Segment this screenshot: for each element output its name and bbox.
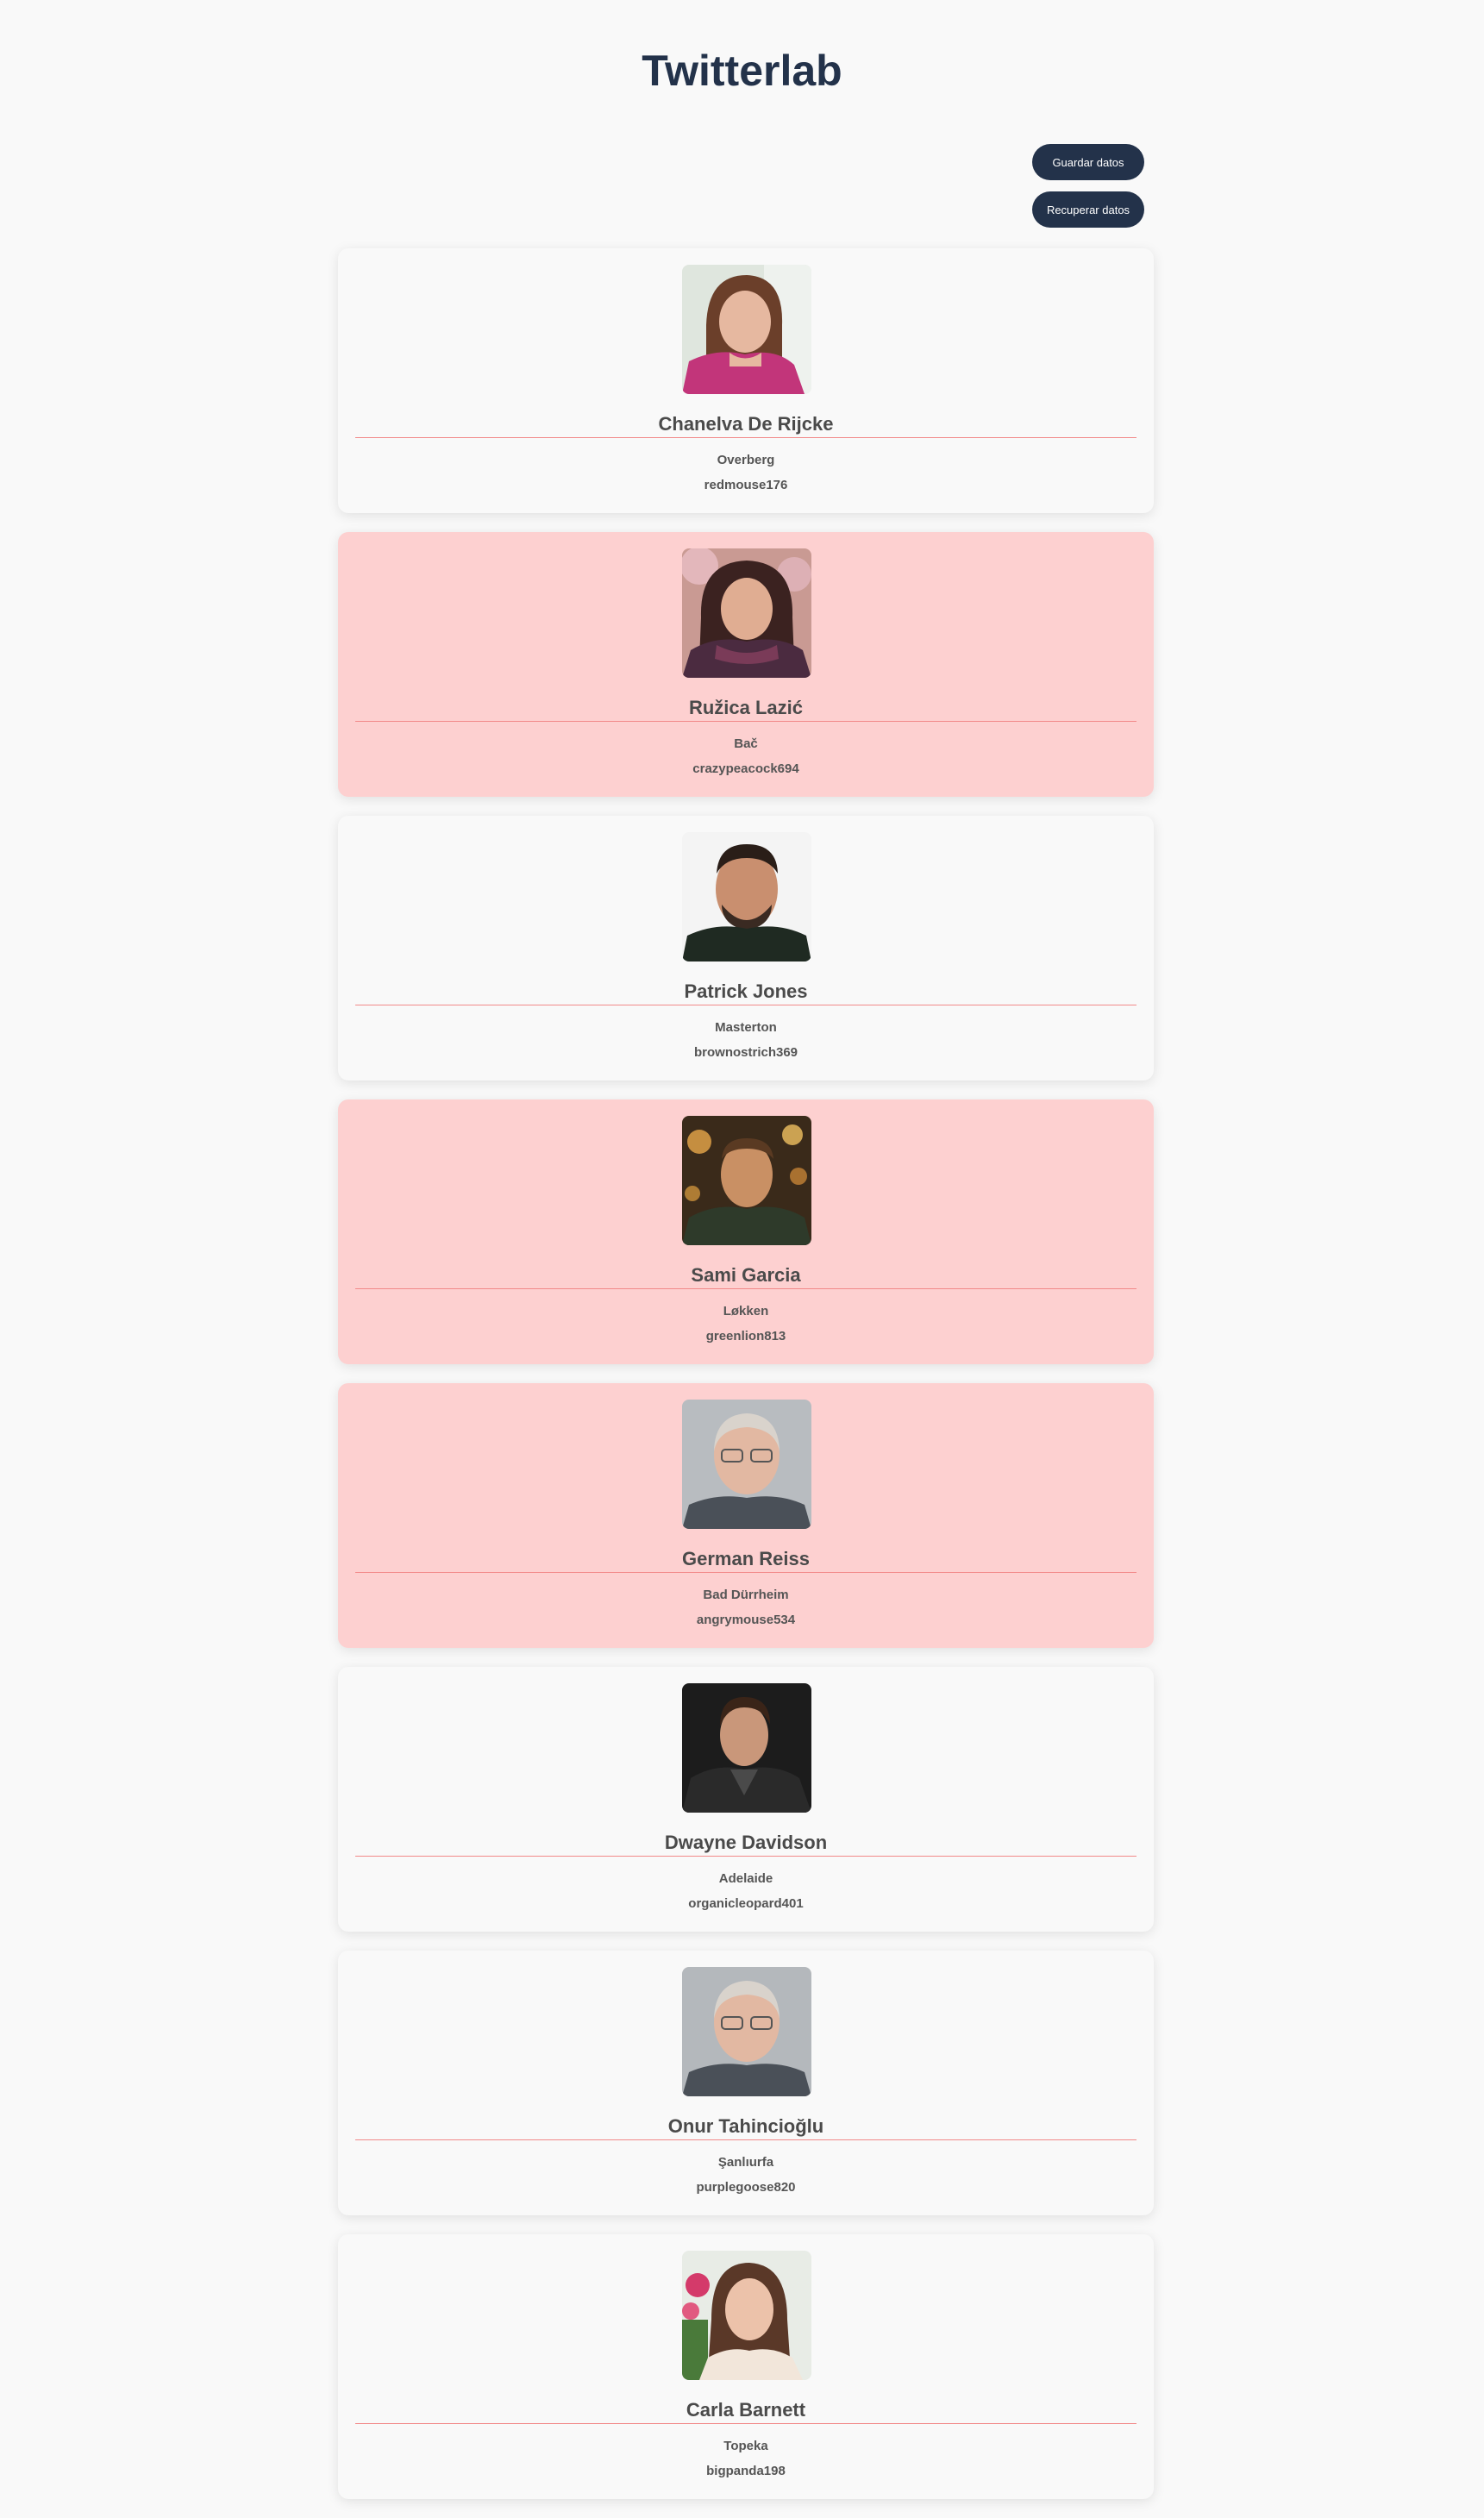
user-city: Topeka (723, 2439, 768, 2453)
user-name: Onur Tahincioğlu (667, 2115, 824, 2137)
user-name: German Reiss (682, 1548, 810, 1569)
user-handle: angrymouse534 (696, 1613, 796, 1627)
user-name: Carla Barnett (686, 2399, 806, 2421)
divider (355, 721, 1136, 722)
user-name: Chanelva De Rijcke (658, 413, 834, 435)
user-handle: greenlion813 (705, 1329, 786, 1344)
avatar (682, 1967, 811, 2096)
user-city: Şanlıurfa (717, 2155, 774, 2170)
avatar (682, 2251, 811, 2380)
user-card[interactable]: Onur Tahincioğlu Şanlıurfa purplegoose82… (338, 1951, 1154, 2215)
user-city: Overberg (717, 453, 775, 467)
user-handle: crazypeacock694 (692, 761, 799, 776)
user-card[interactable]: Sami Garcia Løkken greenlion813 (338, 1099, 1154, 1364)
user-handle: brownostrich369 (693, 1045, 798, 1060)
divider (355, 1856, 1136, 1857)
user-city: Løkken (723, 1304, 769, 1319)
divider (355, 1288, 1136, 1289)
user-card-list: Chanelva De Rijcke Overberg redmouse176 … (338, 248, 1154, 2518)
avatar (682, 832, 811, 961)
divider (355, 437, 1136, 438)
user-handle: bigpanda198 (706, 2464, 786, 2478)
avatar (682, 1116, 811, 1245)
user-card[interactable]: German Reiss Bad Dürrheim angrymouse534 (338, 1383, 1154, 1648)
user-handle: redmouse176 (704, 478, 788, 492)
user-name: Dwayne Davidson (664, 1832, 828, 1853)
save-data-button[interactable]: Guardar datos (1032, 144, 1144, 180)
user-city: Bač (734, 736, 758, 751)
avatar (682, 265, 811, 394)
avatar (682, 1400, 811, 1529)
divider (355, 2423, 1136, 2424)
user-name: Sami Garcia (691, 1264, 801, 1286)
user-card[interactable]: Carla Barnett Topeka bigpanda198 (338, 2234, 1154, 2499)
user-handle: purplegoose820 (696, 2180, 796, 2195)
user-city: Adelaide (718, 1871, 773, 1886)
user-card[interactable]: Dwayne Davidson Adelaide organicleopard4… (338, 1667, 1154, 1932)
user-card[interactable]: Patrick Jones Masterton brownostrich369 (338, 816, 1154, 1080)
user-card[interactable]: Ružica Lazić Bač crazypeacock694 (338, 532, 1154, 797)
user-name: Ružica Lazić (688, 697, 804, 718)
avatar (682, 1683, 811, 1813)
avatar (682, 548, 811, 678)
user-city: Bad Dürrheim (703, 1588, 789, 1602)
divider (355, 1572, 1136, 1573)
divider (355, 2139, 1136, 2140)
user-card[interactable]: Chanelva De Rijcke Overberg redmouse176 (338, 248, 1154, 513)
load-data-button[interactable]: Recuperar datos (1032, 191, 1144, 228)
user-name: Patrick Jones (684, 980, 808, 1002)
user-handle: organicleopard401 (688, 1896, 804, 1911)
page-title: Twitterlab (642, 47, 842, 95)
user-city: Masterton (715, 1020, 777, 1035)
